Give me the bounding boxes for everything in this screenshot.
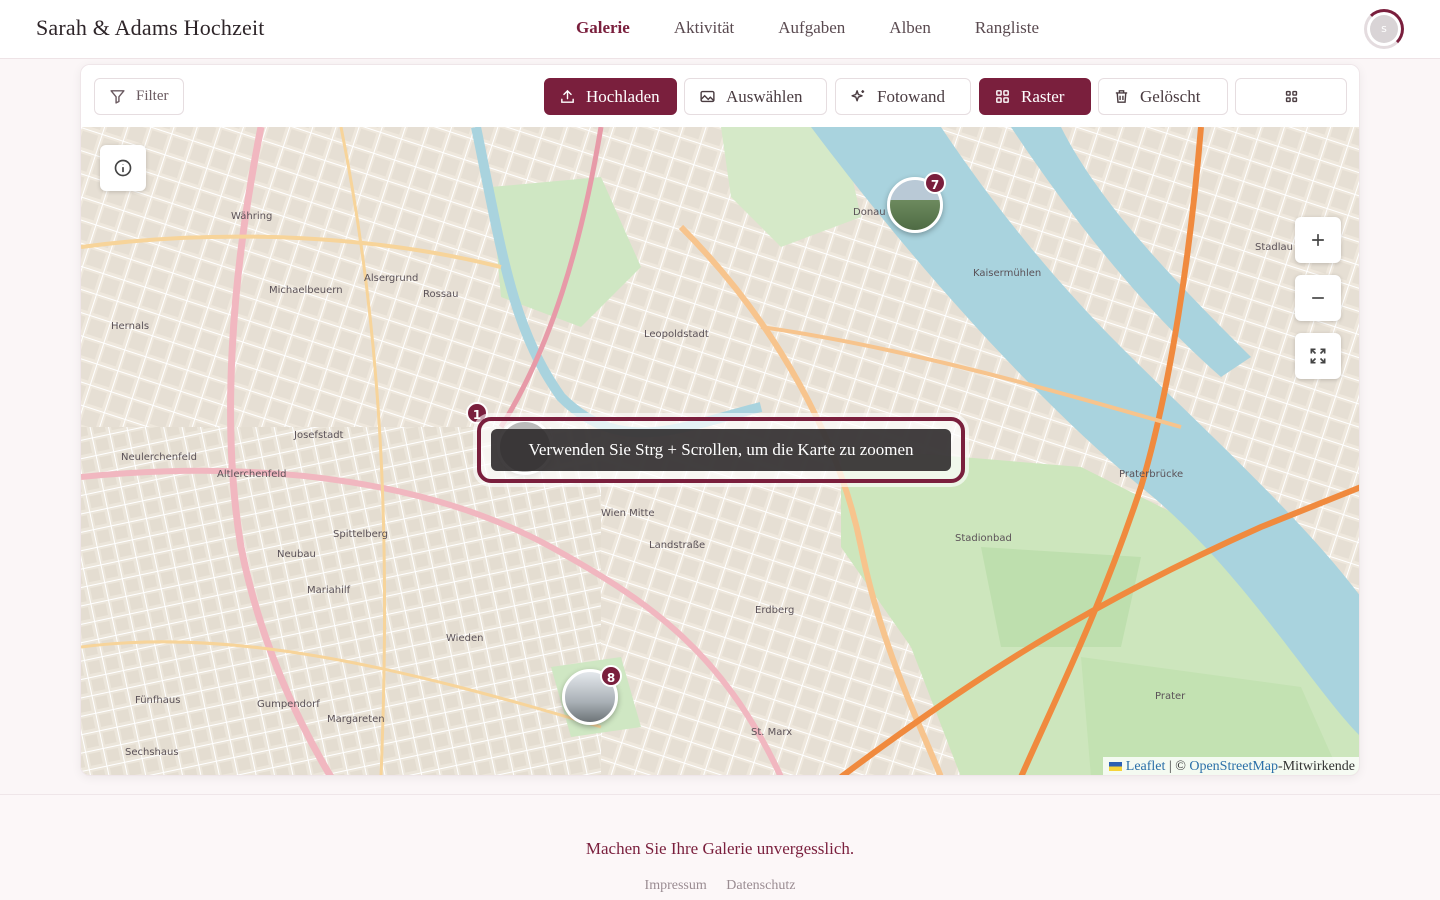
deleted-button[interactable]: Gelöscht — [1098, 78, 1228, 115]
map-label: Leopoldstadt — [644, 329, 709, 340]
minus-icon — [1312, 297, 1324, 299]
map-info-button[interactable] — [100, 145, 146, 191]
nav-alben[interactable]: Alben — [889, 18, 931, 38]
select-button[interactable]: Auswählen — [684, 78, 827, 115]
footer-tagline: Machen Sie Ihre Galerie unvergesslich. — [585, 839, 855, 858]
cluster-count-badge: 7 — [924, 172, 946, 194]
zoom-hint-overlay: Verwenden Sie Strg + Scrollen, um die Ka… — [477, 417, 965, 483]
map-label: Neulerchenfeld — [121, 452, 197, 463]
map-label: Wien Mitte — [601, 508, 655, 519]
layout-toggle-button[interactable] — [1235, 78, 1347, 115]
main-nav: Galerie Aktivität Aufgaben Alben Ranglis… — [576, 18, 1083, 38]
datenschutz-link[interactable]: Datenschutz — [726, 878, 795, 893]
filter-button[interactable]: Filter — [94, 78, 184, 115]
attribution-separator: | © — [1168, 759, 1186, 774]
grid-small-icon — [1285, 90, 1297, 103]
map-label: Spittelberg — [333, 529, 389, 540]
photowall-label: Fotowand — [877, 86, 945, 106]
sparkles-icon — [851, 90, 865, 102]
fullscreen-button[interactable] — [1295, 333, 1341, 379]
map-label: Stadlau — [1255, 242, 1293, 253]
map-label: Sechshaus — [125, 747, 179, 758]
nav-rangliste[interactable]: Rangliste — [975, 18, 1039, 38]
map-label: Michaelbeuern — [269, 285, 343, 296]
upload-icon — [561, 89, 574, 103]
map-label: Praterbrücke — [1119, 469, 1184, 480]
upload-label: Hochladen — [586, 86, 660, 106]
photowall-button[interactable]: Fotowand — [835, 78, 971, 115]
map-label: Altlerchenfeld — [217, 469, 287, 480]
map-label: Rossau — [423, 289, 459, 300]
plus-icon — [1312, 234, 1324, 246]
map-label: Stadionbad — [955, 533, 1012, 544]
zoom-hint-text: Verwenden Sie Strg + Scrollen, um die Ka… — [491, 429, 951, 471]
map-label: Alsergrund — [364, 273, 419, 284]
top-header: Sarah & Adams Hochzeit Galerie Aktivität… — [0, 0, 1440, 59]
map-attribution: Leaflet | © OpenStreetMap-Mitwirkende — [1102, 757, 1359, 775]
map-label: Josefstadt — [294, 430, 344, 441]
image-icon — [700, 90, 715, 103]
select-label: Auswählen — [726, 86, 803, 106]
map-label: Landstraße — [649, 540, 706, 551]
impressum-link[interactable]: Impressum — [645, 878, 707, 893]
map-label: Margareten — [327, 714, 385, 725]
nav-galerie[interactable]: Galerie — [576, 18, 630, 38]
filter-label: Filter — [136, 88, 169, 104]
grid-button[interactable]: Raster — [979, 78, 1091, 115]
grid-label: Raster — [1021, 86, 1065, 106]
map-label: St. Marx — [751, 727, 793, 738]
ukraine-flag-icon — [1108, 762, 1122, 772]
map-label: Währing — [231, 211, 273, 222]
grid-icon — [996, 90, 1009, 103]
map-label: Donau — [853, 207, 886, 218]
map-label: Neubau — [277, 549, 316, 560]
map-label: Prater — [1155, 691, 1186, 702]
info-icon — [114, 159, 132, 177]
map-label: Erdberg — [755, 605, 795, 616]
leaflet-link[interactable]: Leaflet — [1126, 759, 1166, 774]
site-title[interactable]: Sarah & Adams Hochzeit — [36, 15, 265, 41]
nav-aktivitaet[interactable]: Aktivität — [674, 18, 734, 38]
map-label: Kaisermühlen — [973, 268, 1042, 279]
expand-icon — [1310, 348, 1326, 364]
map-label: Fünfhaus — [135, 695, 181, 706]
footer-links: Impressum Datenschutz — [0, 878, 1440, 894]
zoom-in-button[interactable] — [1295, 217, 1341, 263]
upload-button[interactable]: Hochladen — [544, 78, 677, 115]
gallery-panel: Filter Hochladen Auswählen Fotowand Rast… — [80, 64, 1360, 776]
page-footer: Machen Sie Ihre Galerie unvergesslich. I… — [0, 794, 1440, 900]
map-label: Mariahilf — [307, 585, 351, 596]
map-label: Wieden — [446, 633, 484, 644]
user-avatar[interactable]: s — [1370, 15, 1398, 43]
deleted-label: Gelöscht — [1140, 86, 1201, 106]
gallery-toolbar: Filter Hochladen Auswählen Fotowand Rast… — [81, 65, 1359, 127]
map-view[interactable]: Währing Alsergrund Leopoldstadt Josefsta… — [81, 127, 1359, 775]
cluster-count-badge: 8 — [600, 665, 622, 687]
nav-aufgaben[interactable]: Aufgaben — [778, 18, 845, 38]
map-label: Hernals — [111, 321, 150, 332]
attribution-suffix: -Mitwirkende — [1278, 759, 1355, 774]
map-label: Gumpendorf — [257, 699, 320, 710]
trash-icon — [1115, 90, 1128, 103]
zoom-out-button[interactable] — [1295, 275, 1341, 321]
osm-link[interactable]: OpenStreetMap — [1189, 759, 1278, 774]
filter-icon — [110, 90, 125, 104]
